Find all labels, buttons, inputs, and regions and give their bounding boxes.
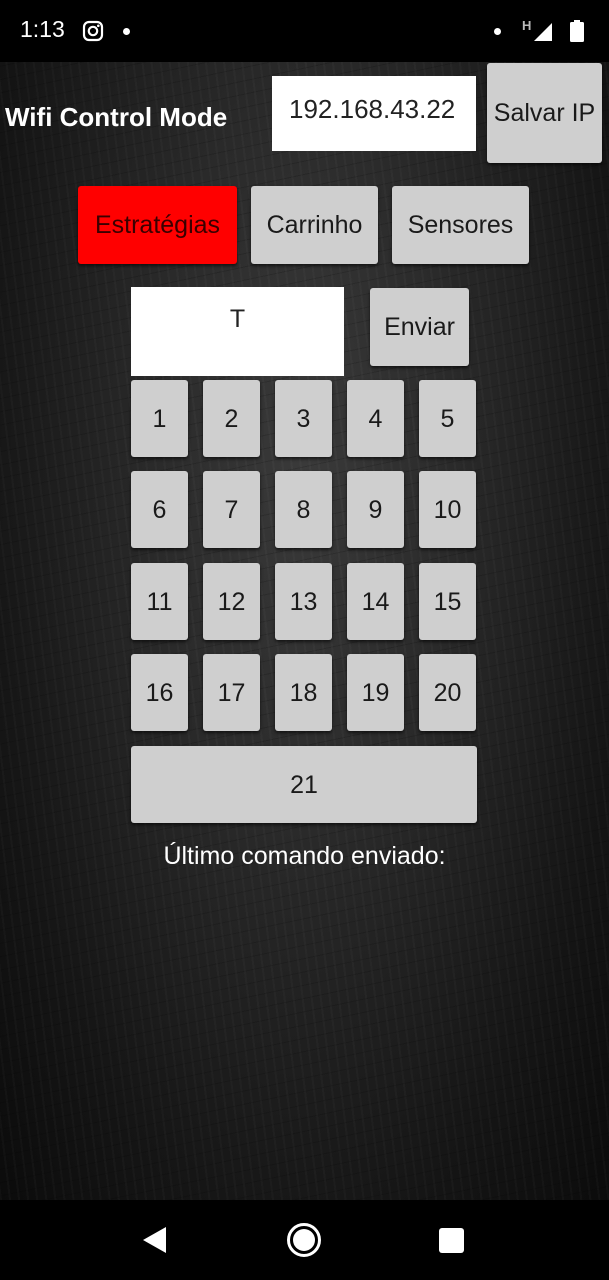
tab-estrategias[interactable]: Estratégias — [78, 186, 237, 264]
keypad-button-6[interactable]: 6 — [131, 471, 188, 548]
keypad-button-1[interactable]: 1 — [131, 380, 188, 457]
status-bar: 1:13 H — [0, 0, 609, 62]
keypad-button-3[interactable]: 3 — [275, 380, 332, 457]
keypad-button-12[interactable]: 12 — [203, 563, 260, 640]
keypad-button-16[interactable]: 16 — [131, 654, 188, 731]
save-ip-button[interactable]: Salvar IP — [487, 63, 602, 163]
battery-icon — [570, 20, 584, 42]
keypad-button-4[interactable]: 4 — [347, 380, 404, 457]
ip-address-input[interactable]: 192.168.43.22 — [272, 76, 476, 151]
keypad-button-11[interactable]: 11 — [131, 563, 188, 640]
mode-title: Wifi Control Mode — [5, 102, 228, 132]
keypad-button-21[interactable]: 21 — [131, 746, 477, 823]
network-type-label: H — [522, 18, 532, 33]
status-time: 1:13 — [20, 16, 65, 42]
keypad-button-5[interactable]: 5 — [419, 380, 476, 457]
keypad-button-14[interactable]: 14 — [347, 563, 404, 640]
keypad-button-18[interactable]: 18 — [275, 654, 332, 731]
keypad-button-7[interactable]: 7 — [203, 471, 260, 548]
instagram-icon — [82, 20, 104, 42]
last-command-label: Último comando enviado: — [163, 842, 446, 870]
status-dot-icon — [494, 28, 501, 35]
keypad-button-2[interactable]: 2 — [203, 380, 260, 457]
keypad-button-19[interactable]: 19 — [347, 654, 404, 731]
tab-carrinho[interactable]: Carrinho — [251, 186, 378, 264]
keypad-button-9[interactable]: 9 — [347, 471, 404, 548]
command-input[interactable]: T — [131, 287, 344, 376]
keypad-button-20[interactable]: 20 — [419, 654, 476, 731]
recents-icon[interactable] — [439, 1228, 464, 1253]
back-icon[interactable] — [142, 1226, 168, 1254]
keypad-button-10[interactable]: 10 — [419, 471, 476, 548]
tab-sensores[interactable]: Sensores — [392, 186, 529, 264]
signal-icon — [534, 23, 552, 41]
keypad-button-13[interactable]: 13 — [275, 563, 332, 640]
app-content: Wifi Control Mode 192.168.43.22 Salvar I… — [0, 62, 609, 1200]
keypad-button-8[interactable]: 8 — [275, 471, 332, 548]
send-button[interactable]: Enviar — [370, 288, 469, 366]
keypad-button-15[interactable]: 15 — [419, 563, 476, 640]
home-icon[interactable] — [286, 1222, 322, 1258]
notification-dot-icon — [123, 28, 130, 35]
keypad-button-17[interactable]: 17 — [203, 654, 260, 731]
